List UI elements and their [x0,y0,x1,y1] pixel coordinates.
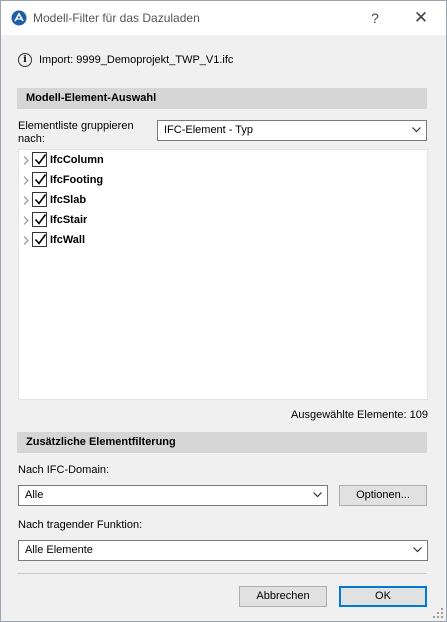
checkmark-icon [34,194,47,205]
structural-function-value: Alle Elemente [25,544,93,556]
ifc-domain-label: Nach IFC-Domain: [18,464,110,476]
tree-item-label: IfcSlab [50,194,87,206]
checkmark-icon [34,234,47,245]
filter-dialog: Modell-Filter für das Dazuladen ? ✕ i Im… [0,0,447,622]
window-title: Modell-Filter für das Dazuladen [33,11,200,25]
tree-row-ifcslab[interactable]: IfcSlab [19,191,427,211]
group-by-label: Elementliste gruppieren nach: [18,120,134,145]
group-by-dropdown[interactable]: IFC-Element - Typ [157,120,427,141]
ok-button[interactable]: OK [339,586,427,607]
checkbox-ifcwall[interactable] [32,232,47,247]
structural-function-label: Nach tragender Funktion: [18,519,143,531]
checkbox-ifccolumn[interactable] [32,152,47,167]
checkbox-ifcslab[interactable] [32,192,47,207]
section-header-model-selection: Modell-Element-Auswahl [17,88,427,109]
checkbox-ifcfooting[interactable] [32,172,47,187]
checkmark-icon [34,214,47,225]
archicad-app-icon [11,10,27,26]
tree-row-ifcfooting[interactable]: IfcFooting [19,171,427,191]
group-by-value: IFC-Element - Typ [164,124,254,136]
tree-item-label: IfcStair [50,214,88,226]
checkbox-ifcstair[interactable] [32,212,47,227]
tree-item-label: IfcWall [50,234,86,246]
cancel-button[interactable]: Abbrechen [239,586,327,607]
expand-arrow-icon[interactable] [23,216,29,225]
chevron-down-icon [412,127,421,133]
tree-item-label: IfcColumn [50,154,104,166]
chevron-down-icon [413,547,422,553]
expand-arrow-icon[interactable] [23,176,29,185]
title-bar[interactable]: Modell-Filter für das Dazuladen ? ✕ [1,1,446,35]
structural-function-dropdown[interactable]: Alle Elemente [18,540,428,561]
expand-arrow-icon[interactable] [23,156,29,165]
resize-grip-icon[interactable] [432,607,444,619]
element-tree[interactable]: IfcColumn IfcFooting IfcSlab IfcStair If… [18,149,428,400]
tree-row-ifcstair[interactable]: IfcStair [19,211,427,231]
selected-elements-count: Ausgewählte Elemente: 109 [291,409,428,421]
checkmark-icon [34,154,47,165]
tree-row-ifccolumn[interactable]: IfcColumn [19,151,427,171]
options-button[interactable]: Optionen... [339,485,427,506]
help-button[interactable]: ? [353,1,397,35]
info-icon: i [18,53,32,67]
import-file-label: Import: 9999_Demoprojekt_TWP_V1.ifc [39,54,234,66]
section-header-additional-filter: Zusätzliche Elementfilterung [17,432,427,453]
expand-arrow-icon[interactable] [23,196,29,205]
chevron-down-icon [313,492,322,498]
tree-item-label: IfcFooting [50,174,104,186]
footer-divider [17,573,427,574]
ifc-domain-dropdown[interactable]: Alle [18,485,328,506]
close-button[interactable]: ✕ [399,1,443,35]
expand-arrow-icon[interactable] [23,236,29,245]
tree-row-ifcwall[interactable]: IfcWall [19,231,427,251]
checkmark-icon [34,174,47,185]
ifc-domain-value: Alle [25,489,44,501]
